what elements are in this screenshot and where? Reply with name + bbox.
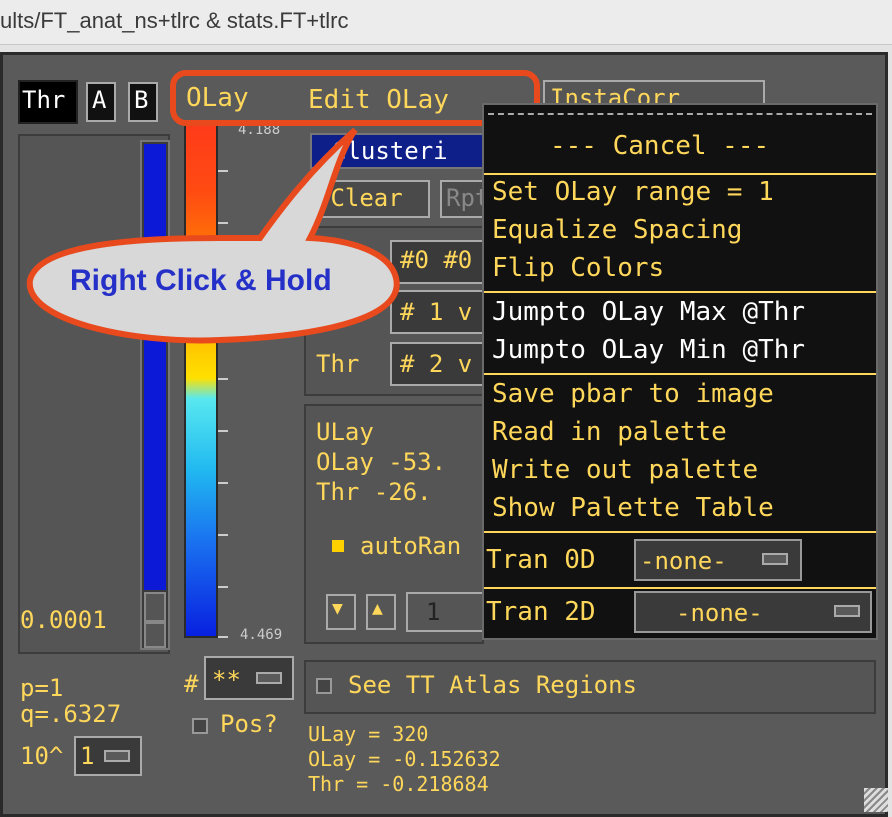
tran2d-value: -none-: [676, 599, 763, 627]
tran2d-label: Tran 2D: [486, 597, 596, 627]
edit-olay-popup-menu: --- Cancel --- Set OLay range = 1 Equali…: [482, 103, 878, 640]
menu-item-save-pbar[interactable]: Save pbar to image: [492, 379, 774, 409]
menu-item-read-palette[interactable]: Read in palette: [492, 417, 727, 447]
tran0d-dropdown-icon: [762, 553, 788, 565]
range-field[interactable]: [406, 592, 486, 632]
title-bar: ults/FT_anat_ns+tlrc & stats.FT+tlrc: [0, 0, 892, 45]
window-title: ults/FT_anat_ns+tlrc & stats.FT+tlrc: [0, 8, 349, 33]
menu-item-equalize-spacing[interactable]: Equalize Spacing: [492, 215, 742, 245]
q-value: q=.6327: [20, 700, 122, 728]
readout-thr: Thr = -0.218684: [308, 772, 489, 796]
thr-subbrick-value: # 2 v: [400, 350, 473, 378]
autorange-label: autoRan: [360, 532, 462, 560]
callout-text: Right Click & Hold: [70, 264, 332, 297]
exponent-dropdown-icon: [104, 750, 130, 762]
autorange-checkbox[interactable]: [330, 538, 346, 554]
ulay-subbrick-value: #0 #0: [400, 246, 473, 274]
threshold-slider-handle[interactable]: [144, 592, 166, 622]
info-ulay: ULay: [316, 418, 374, 446]
menu-cancel[interactable]: --- Cancel ---: [550, 131, 769, 161]
info-thr: Thr -26.: [316, 478, 432, 506]
down-arrow-icon: ▼: [332, 598, 343, 619]
a-button-label: A: [92, 86, 107, 114]
range-field-value: 1: [426, 598, 441, 626]
tran2d-select[interactable]: -none-: [634, 591, 872, 633]
exp-label: 10^: [20, 742, 64, 770]
info-olay: OLay -53.: [316, 448, 447, 476]
menu-item-set-olay-range[interactable]: Set OLay range = 1: [492, 177, 774, 207]
pos-label: Pos?: [220, 710, 278, 738]
menu-separator: [484, 587, 876, 589]
tear-off-line[interactable]: [488, 113, 872, 115]
pos-checkbox[interactable]: [192, 718, 208, 734]
pbar-bottom-value: 4.469: [240, 627, 283, 643]
exponent-value: 1: [80, 742, 95, 770]
hash-label: #: [184, 670, 199, 698]
thr-label: Thr: [22, 86, 66, 114]
resize-grip-icon[interactable]: [864, 788, 888, 812]
tran0d-label: Tran 0D: [486, 545, 596, 575]
p-value: p=1: [20, 674, 64, 702]
see-tt-label: See TT Atlas Regions: [348, 671, 637, 699]
threshold-slider-lower: [144, 622, 166, 648]
threshold-value: 0.0001: [20, 606, 107, 634]
menu-separator: [484, 173, 876, 175]
menu-item-jumpto-min[interactable]: Jumpto OLay Min @Thr: [492, 335, 805, 365]
up-arrow-icon: ▲: [372, 598, 383, 619]
menu-item-flip-colors[interactable]: Flip Colors: [492, 253, 664, 283]
see-tt-checkbox[interactable]: [316, 678, 332, 694]
olay-label[interactable]: OLay: [186, 83, 249, 113]
menu-separator: [484, 531, 876, 533]
callout-bubble: [26, 127, 400, 344]
tran0d-value: -none-: [640, 547, 727, 575]
menu-item-write-palette[interactable]: Write out palette: [492, 455, 758, 485]
menu-separator: [484, 373, 876, 375]
menu-item-jumpto-max[interactable]: Jumpto OLay Max @Thr: [492, 297, 805, 327]
menu-item-show-palette-table[interactable]: Show Palette Table: [492, 493, 774, 523]
tran0d-select[interactable]: -none-: [634, 539, 802, 581]
hash-value: **: [212, 666, 241, 694]
readout-olay: OLay = -0.152632: [308, 747, 501, 771]
b-button-label: B: [134, 86, 149, 114]
edit-olay-button[interactable]: Edit OLay: [308, 85, 449, 115]
olay-subbrick-value: # 1 v: [400, 298, 473, 326]
readout-ulay: ULay = 320: [308, 722, 429, 746]
hash-dropdown-icon: [256, 672, 282, 684]
menu-separator: [484, 291, 876, 293]
tran2d-dropdown-icon: [834, 605, 860, 617]
